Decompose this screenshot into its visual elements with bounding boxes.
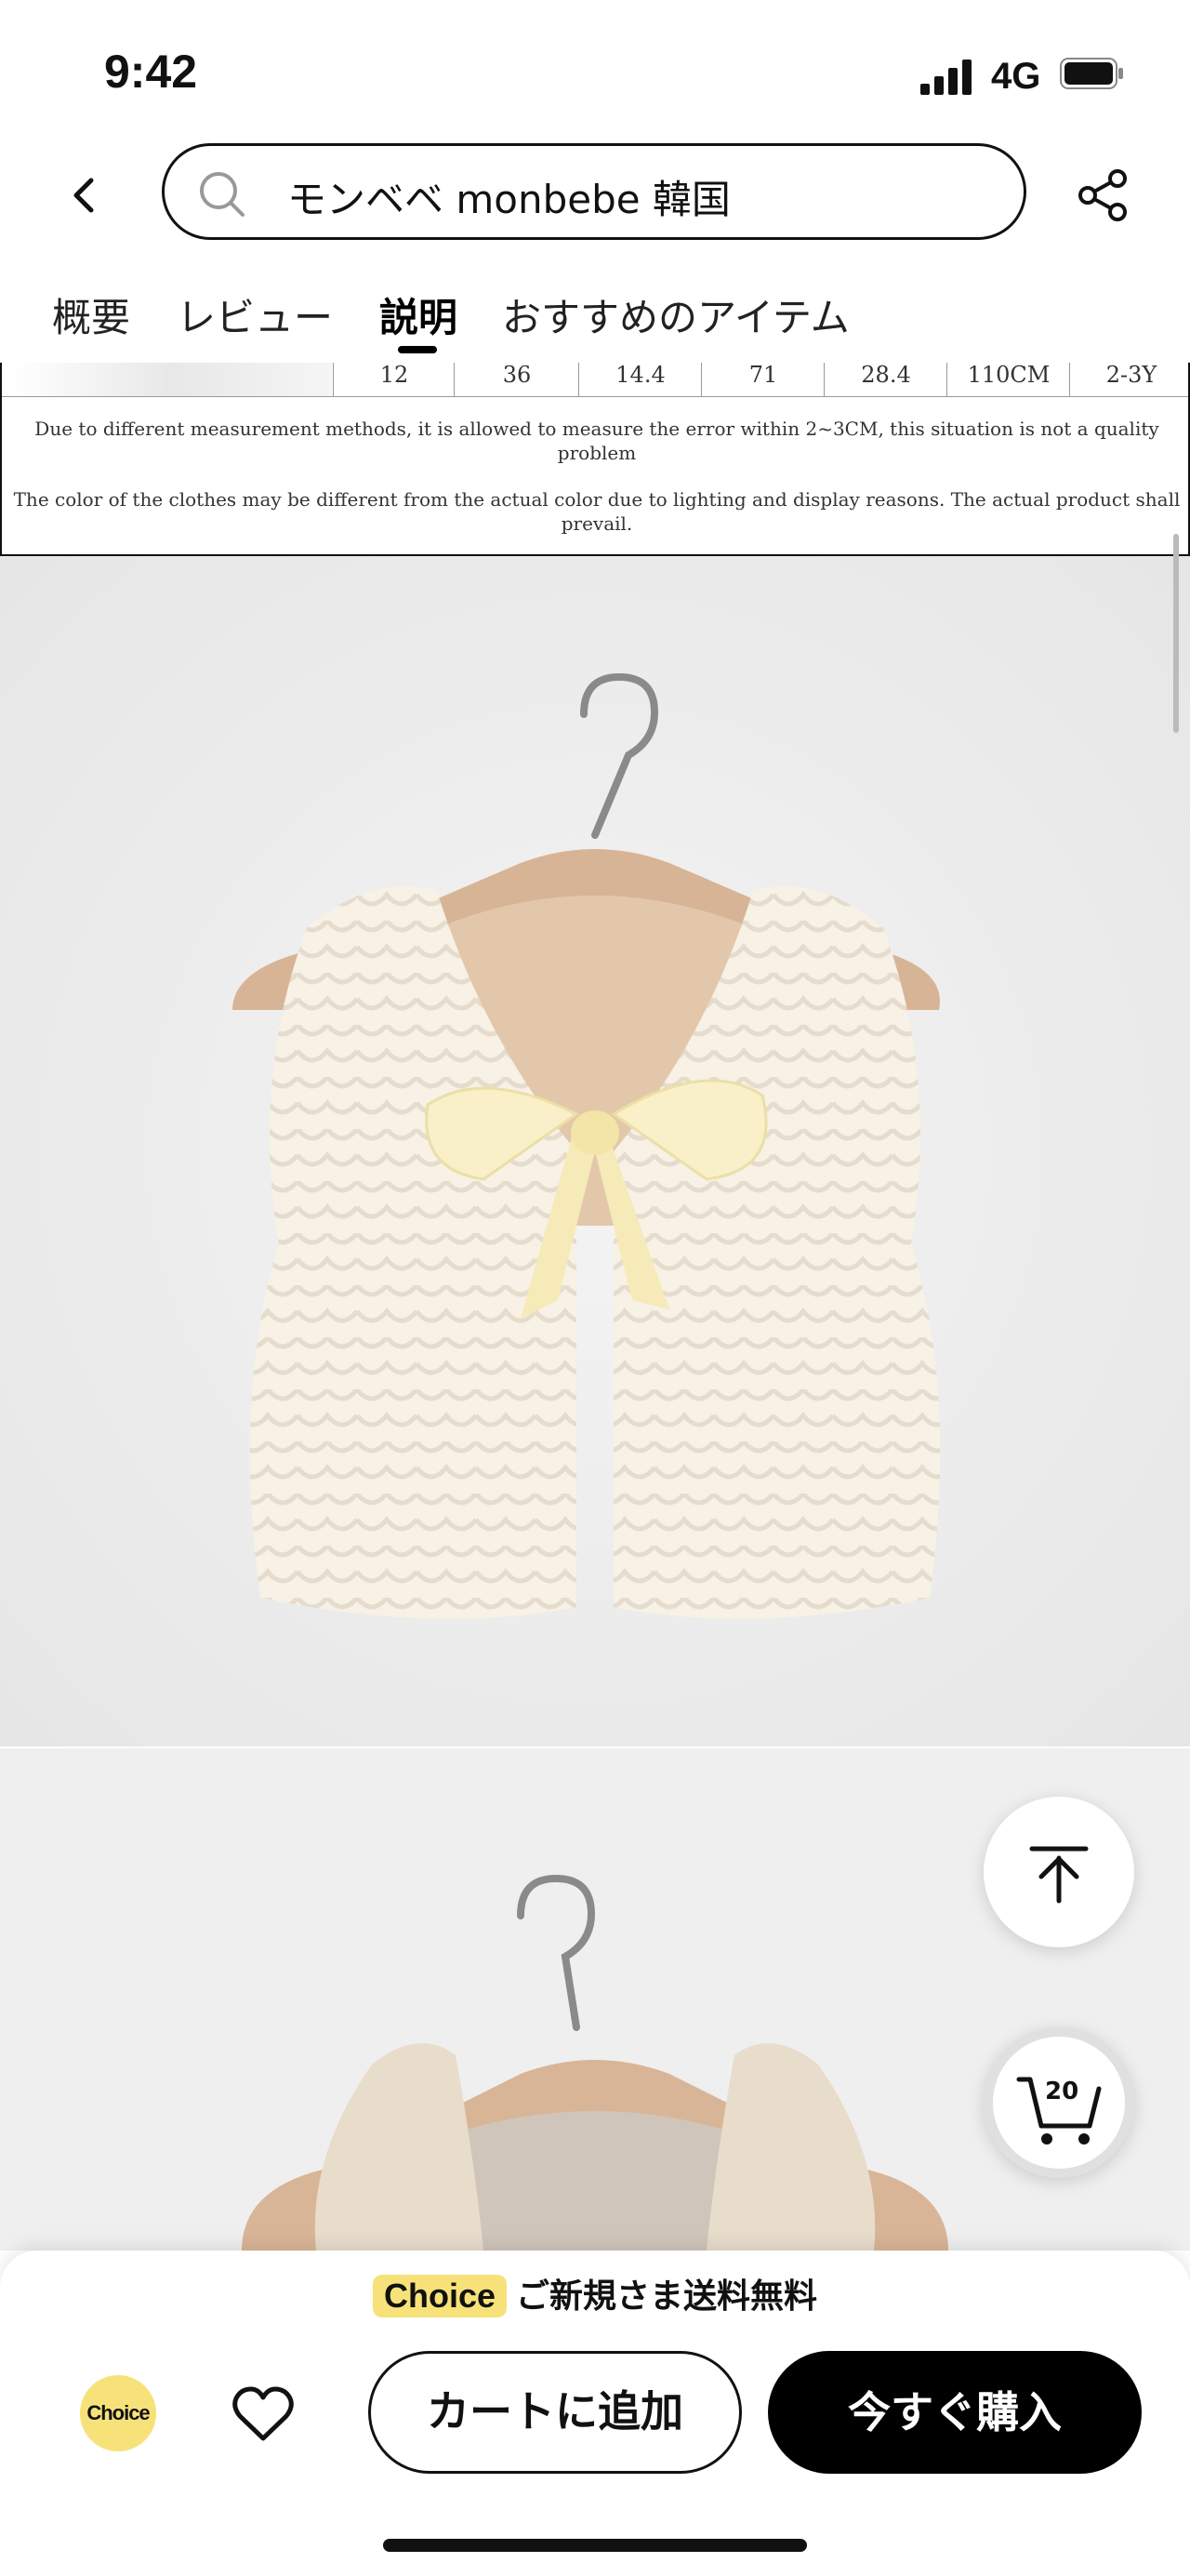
heart-icon[interactable] <box>232 2386 294 2442</box>
measurement-note: Due to different measurement methods, it… <box>34 418 1159 464</box>
home-indicator <box>383 2539 807 2552</box>
product-image-vest-front <box>0 556 1190 1746</box>
promo-text: ご新規さま送料無料 <box>516 2277 818 2316</box>
size-row-thumbnail <box>11 363 332 396</box>
table-cell: 2-3Y <box>1069 363 1188 396</box>
bottom-action-bar: Choice ご新規さま送料無料 Choice カートに追加 今すぐ購入 <box>0 2251 1190 2576</box>
choice-store-button[interactable]: Choice <box>80 2375 156 2451</box>
network-type: 4G <box>991 56 1041 97</box>
scroll-to-top-button[interactable] <box>984 1797 1134 1947</box>
battery-icon <box>1060 58 1123 89</box>
table-cell: 28.4 <box>824 363 947 396</box>
color-note: The color of the clothes may be differen… <box>13 488 1181 535</box>
tab-description[interactable]: 説明 <box>379 286 457 343</box>
tab-recommended[interactable]: おすすめのアイテム <box>502 286 850 343</box>
size-chart-image: 12 36 14.4 71 28.4 110CM 2-3Y Due to dif… <box>0 363 1190 556</box>
table-row: 12 36 14.4 71 28.4 110CM 2-3Y <box>2 363 1188 397</box>
table-cell: 12 <box>333 363 455 396</box>
search-header: モンベベ monbebe 韓国 <box>0 139 1190 251</box>
search-icon <box>200 172 245 217</box>
status-bar: 9:42 4G <box>0 0 1190 139</box>
share-icon[interactable] <box>1075 167 1130 223</box>
scrollbar[interactable] <box>1173 534 1179 733</box>
signal-icon <box>920 60 972 95</box>
scroll-to-top-icon <box>1029 1846 1089 1904</box>
add-to-cart-button[interactable]: カートに追加 <box>368 2351 742 2474</box>
tab-overview[interactable]: 概要 <box>52 286 130 343</box>
cart-count-badge: 20 <box>1045 2078 1079 2105</box>
table-cell: 14.4 <box>578 363 702 396</box>
shipping-promo: Choice ご新規さま送料無料 <box>0 2269 1190 2317</box>
status-time: 9:42 <box>104 46 198 98</box>
active-tab-indicator <box>398 346 437 353</box>
table-cell: 71 <box>701 363 825 396</box>
search-query: モンベベ monbebe 韓国 <box>287 177 731 222</box>
section-tabs: 概要 レビュー 説明 おすすめのアイテム <box>0 270 1190 363</box>
vest-illustration <box>0 556 1190 1746</box>
table-cell: 36 <box>454 363 579 396</box>
search-input[interactable]: モンベベ monbebe 韓国 <box>162 143 1026 240</box>
back-arrow-icon[interactable] <box>67 177 104 214</box>
choice-badge: Choice <box>372 2275 507 2317</box>
table-cell: 110CM <box>946 363 1070 396</box>
buy-now-button[interactable]: 今すぐ購入 <box>768 2351 1142 2474</box>
tab-reviews[interactable]: レビュー <box>177 286 333 343</box>
cart-button[interactable]: 20 <box>984 2027 1134 2178</box>
